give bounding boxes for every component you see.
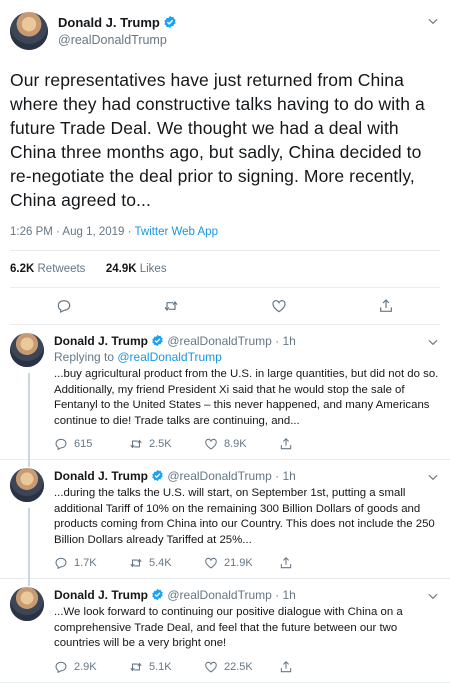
- reply-text: ...buy agricultural product from the U.S…: [54, 368, 439, 427]
- tweet-metadata: 1:26 PM · Aug 1, 2019 · Twitter Web App: [10, 226, 440, 251]
- like-action[interactable]: 21.9K: [204, 556, 279, 570]
- like-icon: [204, 660, 218, 674]
- share-icon: [279, 660, 293, 674]
- reply-actions: 615 2.5K 8.9K: [54, 437, 440, 451]
- reply-icon: [54, 556, 68, 570]
- retweets-label: Retweets: [37, 263, 86, 275]
- like-icon: [204, 437, 218, 451]
- reply-actions: 2.9K 5.1K 22.5K: [54, 660, 440, 674]
- like-count: 21.9K: [224, 557, 253, 569]
- chevron-down-icon[interactable]: [426, 470, 440, 484]
- like-icon[interactable]: [271, 298, 287, 314]
- reply-icon: [54, 660, 68, 674]
- share-action[interactable]: [279, 556, 354, 570]
- reply-tweet[interactable]: Donald J. Trump @realDonaldTrump · 1h Re…: [0, 325, 450, 467]
- replying-to: Replying to @realDonaldTrump: [54, 349, 440, 365]
- reply-count: 1.7K: [74, 557, 97, 569]
- reply-header: Donald J. Trump @realDonaldTrump · 1h: [54, 333, 440, 349]
- chevron-down-icon[interactable]: [426, 335, 440, 349]
- tweet-text: Our representatives have just returned f…: [10, 70, 425, 210]
- avatar[interactable]: [10, 12, 48, 50]
- like-icon: [204, 556, 218, 570]
- avatar[interactable]: [10, 333, 44, 367]
- likes-label: Likes: [139, 263, 167, 275]
- tweet-source[interactable]: Twitter Web App: [134, 226, 218, 238]
- reply-actions: 1.7K 5.4K 21.9K: [54, 556, 440, 570]
- chevron-down-icon[interactable]: [426, 14, 440, 28]
- author-name[interactable]: Donald J. Trump: [58, 15, 160, 30]
- main-tweet-header: Donald J. Trump @realDonaldTrump: [10, 12, 440, 50]
- retweet-icon: [129, 660, 143, 674]
- tweet-timestamp[interactable]: 1:26 PM · Aug 1, 2019 ·: [10, 226, 134, 238]
- likes-count: 24.9K: [105, 263, 137, 275]
- verified-badge-icon: [151, 334, 164, 347]
- retweet-action[interactable]: 2.5K: [129, 437, 204, 451]
- likes-stat[interactable]: 24.9K Likes: [106, 263, 167, 275]
- share-action[interactable]: [279, 660, 354, 674]
- like-action[interactable]: 8.9K: [204, 437, 279, 451]
- retweet-icon[interactable]: [163, 298, 179, 314]
- retweet-icon: [129, 556, 143, 570]
- reply-count: 2.9K: [74, 660, 97, 673]
- reply-action[interactable]: 1.7K: [54, 556, 129, 570]
- author-name[interactable]: Donald J. Trump: [54, 469, 148, 483]
- retweets-stat[interactable]: 6.2K Retweets: [10, 263, 85, 275]
- reply-count: 615: [74, 438, 93, 450]
- reply-icon: [54, 437, 68, 451]
- verified-badge-icon: [151, 469, 164, 482]
- like-action[interactable]: 22.5K: [204, 660, 279, 674]
- avatar[interactable]: [10, 587, 44, 621]
- reply-icon[interactable]: [56, 298, 72, 314]
- reply-text: ...during the talks the U.S. will start,…: [54, 487, 435, 546]
- thread-connector: [28, 508, 30, 586]
- author-handle[interactable]: @realDonaldTrump · 1h: [167, 334, 295, 348]
- author-handle[interactable]: @realDonaldTrump: [58, 33, 177, 49]
- main-tweet-actions: [10, 288, 440, 325]
- retweet-action[interactable]: 5.1K: [129, 660, 204, 674]
- like-count: 22.5K: [224, 660, 253, 673]
- reply-text: ...We look forward to continuing our pos…: [54, 606, 403, 649]
- retweet-icon: [129, 437, 143, 451]
- reply-tweet[interactable]: Donald J. Trump @realDonaldTrump · 1h ..…: [0, 579, 450, 683]
- retweet-count: 2.5K: [149, 438, 172, 450]
- share-action[interactable]: [279, 437, 354, 451]
- retweet-action[interactable]: 5.4K: [129, 556, 204, 570]
- author-name[interactable]: Donald J. Trump: [54, 588, 148, 602]
- reply-header: Donald J. Trump @realDonaldTrump · 1h: [54, 468, 440, 484]
- author-handle[interactable]: @realDonaldTrump · 1h: [167, 469, 295, 483]
- author-name[interactable]: Donald J. Trump: [54, 334, 148, 348]
- reply-action[interactable]: 615: [54, 437, 129, 451]
- tweet-thread-page: Donald J. Trump @realDonaldTrump Our rep…: [0, 0, 450, 683]
- verified-badge-icon: [163, 15, 177, 29]
- author-block: Donald J. Trump @realDonaldTrump: [58, 13, 177, 49]
- reply-tweet[interactable]: Donald J. Trump @realDonaldTrump · 1h ..…: [0, 460, 450, 586]
- main-tweet: Donald J. Trump @realDonaldTrump Our rep…: [0, 0, 450, 325]
- reply-header: Donald J. Trump @realDonaldTrump · 1h: [54, 587, 440, 603]
- share-icon: [279, 556, 293, 570]
- verified-badge-icon: [151, 588, 164, 601]
- share-icon[interactable]: [378, 298, 394, 314]
- tweet-stats: 6.2K Retweets 24.9K Likes: [10, 251, 440, 288]
- thread-connector: [28, 373, 30, 467]
- retweet-count: 5.4K: [149, 557, 172, 569]
- replying-to-handle[interactable]: @realDonaldTrump: [117, 350, 221, 364]
- retweet-count: 5.1K: [149, 660, 172, 673]
- author-handle[interactable]: @realDonaldTrump · 1h: [167, 588, 295, 602]
- retweets-count: 6.2K: [10, 263, 35, 275]
- reply-action[interactable]: 2.9K: [54, 660, 129, 674]
- replying-to-label: Replying to: [54, 350, 118, 364]
- like-count: 8.9K: [224, 438, 247, 450]
- avatar[interactable]: [10, 468, 44, 502]
- chevron-down-icon[interactable]: [426, 589, 440, 603]
- share-icon: [279, 437, 293, 451]
